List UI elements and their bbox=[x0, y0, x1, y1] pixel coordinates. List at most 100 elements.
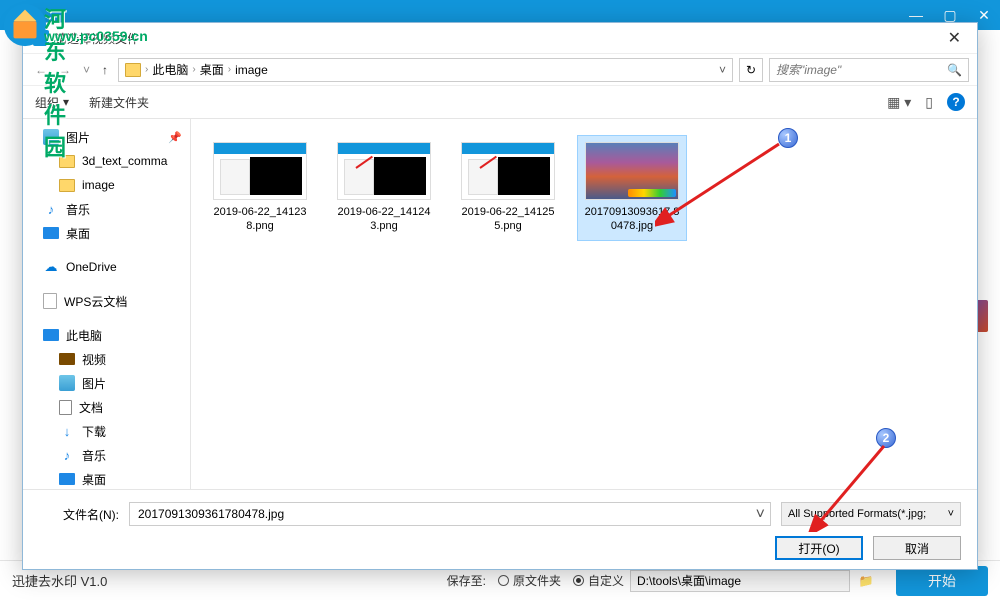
sidebar-item[interactable]: ☁ OneDrive bbox=[23, 255, 190, 279]
chevron-down-icon: ˅ bbox=[948, 508, 954, 520]
sidebar-item-label: 桌面 bbox=[82, 471, 106, 488]
nav-up-icon[interactable]: ↑ bbox=[98, 61, 112, 79]
cancel-button[interactable]: 取消 bbox=[873, 536, 961, 560]
dialog-main: 图片📌3d_text_commaimage♪音乐桌面☁OneDriveWPS云文… bbox=[23, 119, 977, 489]
browse-folder-button[interactable]: 📁 bbox=[854, 570, 878, 592]
sidebar-item[interactable]: WPS云文档 bbox=[23, 289, 190, 313]
filename-input[interactable] bbox=[129, 502, 771, 526]
dialog-close-icon[interactable]: ✕ bbox=[942, 26, 967, 50]
sidebar-item-label: 图片 bbox=[66, 129, 90, 146]
breadcrumb-item[interactable]: 此电脑 bbox=[152, 61, 188, 78]
dialog-toolbar: 组织 ▾ 新建文件夹 ▦ ▾ ▯ ? bbox=[23, 85, 977, 119]
video-icon bbox=[59, 353, 75, 365]
sidebar-item[interactable]: ♪ 音乐 bbox=[23, 443, 190, 467]
start-button[interactable]: 开始 bbox=[896, 566, 988, 596]
file-name-label: 2019-06-22_141243.png bbox=[334, 205, 434, 234]
sidebar-item[interactable]: 图片 bbox=[23, 371, 190, 395]
help-icon[interactable]: ? bbox=[947, 93, 965, 111]
cloud-icon: ☁ bbox=[43, 259, 59, 275]
app-title: 迅捷去水印 V1.0 bbox=[12, 571, 107, 590]
music-icon: ♪ bbox=[43, 201, 59, 217]
annotation-arrow-2 bbox=[808, 440, 892, 532]
radio-original[interactable]: 原文件夹 bbox=[498, 572, 561, 589]
sidebar-item-label: 3d_text_comma bbox=[82, 154, 167, 168]
wps-icon bbox=[43, 293, 57, 309]
file-thumbnail bbox=[213, 142, 307, 200]
folder-icon bbox=[125, 63, 141, 77]
file-thumbnail bbox=[337, 142, 431, 200]
sidebar-item-label: 视频 bbox=[82, 351, 106, 368]
dialog-nav-bar: ← → ˅ ↑ › 此电脑 › 桌面 › image ˅ ↻ 🔍 bbox=[23, 53, 977, 85]
file-item[interactable]: 2019-06-22_141238.png bbox=[205, 135, 315, 241]
music-icon: ♪ bbox=[59, 447, 75, 463]
close-icon[interactable]: ✕ bbox=[976, 7, 992, 24]
open-button[interactable]: 打开(O) bbox=[775, 536, 863, 560]
minimize-icon[interactable]: — bbox=[908, 7, 924, 23]
pic-icon bbox=[59, 375, 75, 391]
chevron-down-icon: ▾ bbox=[63, 95, 69, 109]
sidebar-item-label: 图片 bbox=[82, 375, 106, 392]
file-item[interactable]: 2019-06-22_141255.png bbox=[453, 135, 563, 241]
sidebar-item[interactable]: 文档 bbox=[23, 395, 190, 419]
sidebar-item[interactable]: ♪ 音乐 bbox=[23, 197, 190, 221]
search-input[interactable] bbox=[776, 63, 947, 77]
breadcrumb-item[interactable]: image bbox=[235, 63, 268, 77]
file-item[interactable]: 2019-06-22_141243.png bbox=[329, 135, 439, 241]
sidebar-item-label: 音乐 bbox=[82, 447, 106, 464]
nav-forward-icon: → bbox=[55, 61, 75, 79]
radio-custom[interactable]: 自定义 bbox=[573, 572, 624, 589]
file-list-area[interactable]: 2019-06-22_141238.png 2019-06-22_141243.p… bbox=[191, 119, 977, 489]
annotation-arrow-1 bbox=[655, 140, 785, 228]
file-thumbnail bbox=[461, 142, 555, 200]
sidebar-item-label: 音乐 bbox=[66, 201, 90, 218]
nav-arrows: ← → ˅ ↑ bbox=[31, 61, 112, 79]
new-folder-button[interactable]: 新建文件夹 bbox=[89, 94, 149, 111]
nav-recent-icon[interactable]: ˅ bbox=[79, 61, 94, 79]
filename-dropdown-icon[interactable]: ˅ bbox=[756, 506, 765, 524]
sidebar-item-label: 文档 bbox=[79, 399, 103, 416]
organize-menu[interactable]: 组织 ▾ bbox=[35, 94, 69, 111]
sidebar-item[interactable]: image bbox=[23, 173, 190, 197]
dialog-title: 请选择视频文件 bbox=[55, 30, 139, 47]
sidebar-item-label: 下载 bbox=[82, 423, 106, 440]
preview-pane-icon[interactable]: ▯ bbox=[925, 94, 933, 111]
sidebar-item[interactable]: 此电脑 bbox=[23, 323, 190, 347]
breadcrumb-item[interactable]: 桌面 bbox=[200, 61, 224, 78]
folder-icon bbox=[59, 179, 75, 192]
maximize-icon[interactable]: ▢ bbox=[942, 7, 958, 24]
breadcrumb-dropdown-icon[interactable]: ˅ bbox=[719, 63, 726, 77]
search-icon[interactable]: 🔍 bbox=[947, 63, 962, 77]
pc-icon bbox=[43, 329, 59, 341]
save-path-input[interactable] bbox=[630, 570, 850, 592]
sidebar-item[interactable]: 图片 📌 bbox=[23, 125, 190, 149]
folder-icon bbox=[59, 155, 75, 168]
sidebar-item-label: WPS云文档 bbox=[64, 293, 127, 310]
sidebar-item[interactable]: 桌面 bbox=[23, 221, 190, 245]
nav-back-icon: ← bbox=[31, 61, 51, 79]
file-name-label: 2019-06-22_141238.png bbox=[210, 205, 310, 234]
sidebar-item[interactable]: 视频 bbox=[23, 347, 190, 371]
pin-icon: 📌 bbox=[168, 131, 182, 144]
sidebar-item-label: 桌面 bbox=[66, 225, 90, 242]
dialog-titlebar: 请选择视频文件 ✕ bbox=[23, 23, 977, 53]
filename-label: 文件名(N): bbox=[39, 506, 119, 523]
sidebar-nav: 图片📌3d_text_commaimage♪音乐桌面☁OneDriveWPS云文… bbox=[23, 119, 191, 489]
sidebar-item[interactable]: ↓ 下载 bbox=[23, 419, 190, 443]
sidebar-item[interactable]: 桌面 bbox=[23, 467, 190, 489]
sidebar-item-label: OneDrive bbox=[66, 260, 117, 274]
dl-icon: ↓ bbox=[59, 423, 75, 439]
refresh-button[interactable]: ↻ bbox=[739, 58, 763, 82]
sidebar-item[interactable]: 3d_text_comma bbox=[23, 149, 190, 173]
view-mode-icon[interactable]: ▦ ▾ bbox=[887, 94, 911, 111]
pic-icon bbox=[43, 129, 59, 145]
save-to-label: 保存至: bbox=[447, 572, 486, 589]
desktop-icon bbox=[43, 227, 59, 239]
file-name-label: 2019-06-22_141255.png bbox=[458, 205, 558, 234]
desktop-icon bbox=[59, 473, 75, 485]
dialog-app-icon bbox=[33, 30, 49, 46]
search-box[interactable]: 🔍 bbox=[769, 58, 969, 82]
doc-icon bbox=[59, 400, 72, 415]
sidebar-item-label: image bbox=[82, 178, 115, 192]
breadcrumb-bar[interactable]: › 此电脑 › 桌面 › image ˅ bbox=[118, 58, 733, 82]
sidebar-item-label: 此电脑 bbox=[66, 327, 102, 344]
